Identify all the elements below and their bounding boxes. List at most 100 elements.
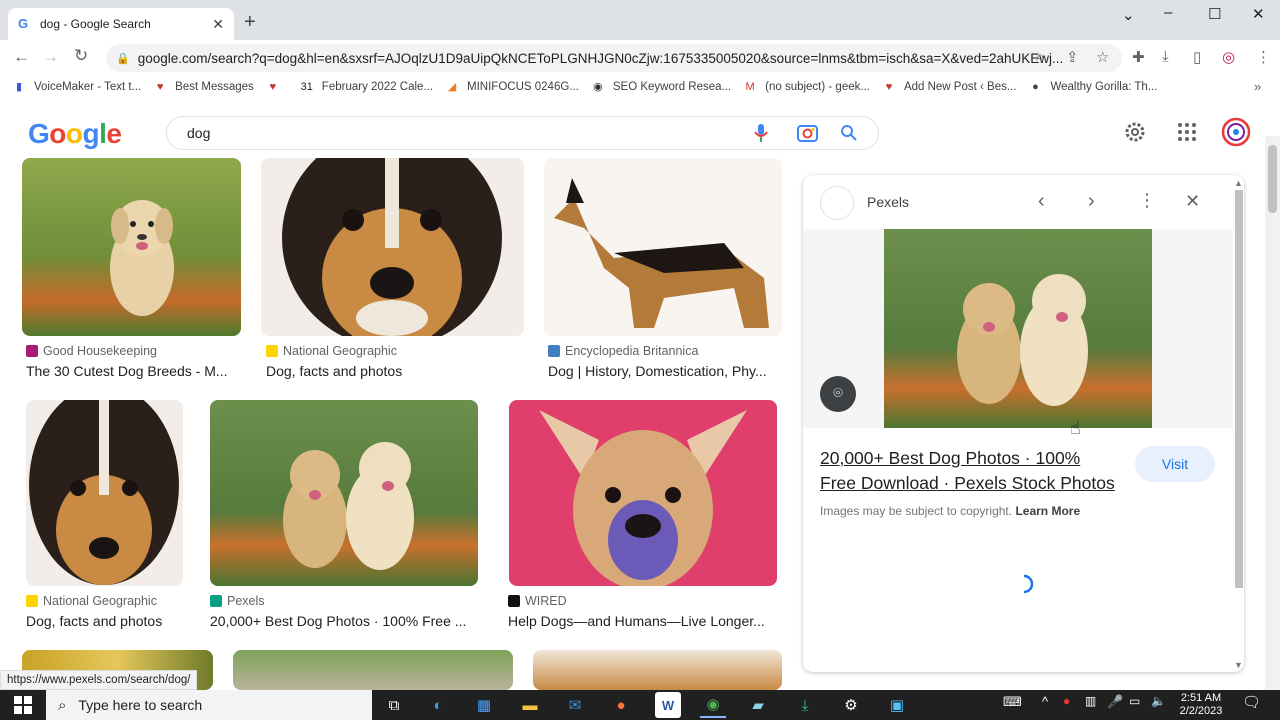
microphone-tray-icon[interactable]: 🎤 [1107,694,1123,710]
microsoft-store-icon[interactable]: ▦ [471,692,497,718]
network-tray-icon[interactable]: ▭ [1129,694,1140,708]
search-input[interactable]: dog [166,116,879,150]
result-source[interactable]: Good Housekeeping [26,344,157,358]
bookmark-favicon-icon: ▮ [15,81,23,93]
result-caption[interactable]: Dog | History, Domestication, Phy... [548,363,780,379]
result-caption[interactable]: The 30 Cutest Dog Breeds - M... [26,363,241,379]
bookmark-item[interactable]: ● Wealthy Gorilla: Th... [1028,80,1157,94]
close-window-button[interactable]: ✕ [1252,5,1265,23]
google-lens-icon[interactable]: ⌾ [820,376,856,412]
result-image-dog-pink-background[interactable] [509,400,777,586]
search-icon[interactable] [840,124,858,142]
result-image-puppy-closeup-2[interactable] [26,400,183,586]
next-chevron-icon[interactable]: › [1088,190,1095,213]
windows-start-icon[interactable] [14,696,32,714]
result-source[interactable]: Encyclopedia Britannica [548,344,698,358]
google-apps-grid-icon[interactable] [1177,122,1197,142]
panel-scroll-down-icon[interactable]: ▼ [1234,660,1243,670]
result-source[interactable]: WIRED [508,594,567,608]
bookmark-item[interactable]: M (no subject) - geek... [743,80,870,94]
visit-button[interactable]: Visit [1135,446,1215,482]
back-arrow-icon[interactable]: ← [13,47,30,67]
page-scrollbar-thumb[interactable] [1268,145,1277,213]
taskbar-search-box[interactable]: ⌕ Type here to search [46,690,372,720]
result-source[interactable]: National Geographic [266,344,397,358]
maximize-button[interactable]: ☐ [1208,5,1221,23]
result-caption[interactable]: Dog, facts and photos [266,363,516,379]
download-icon[interactable]: ⤓ [1162,48,1169,65]
panel-result-title-link[interactable]: 20,000+ Best Dog Photos · 100% Free Down… [820,446,1130,495]
notifications-icon[interactable]: 🗨 [1242,693,1261,711]
loading-spinner-icon [1023,574,1034,594]
task-view-icon[interactable]: ⧉ [381,692,407,718]
side-panel-icon[interactable]: ▯ [1193,48,1201,66]
preview-image-two-puppies[interactable] [884,229,1152,428]
learn-more-link[interactable]: Learn More [1015,504,1080,518]
tab-close-icon[interactable]: ✕ [212,16,224,33]
tab-search-chevron-icon[interactable]: ⌄ [1122,6,1135,24]
bookmark-item[interactable]: ▮ VoiceMaker - Text t... [12,80,141,94]
panel-source-name[interactable]: Pexels [867,194,909,210]
url-text: google.com/search?q=dog&hl=en&sxsrf=AJOq… [137,50,1064,66]
chrome-icon[interactable]: ◉ [700,692,726,718]
volume-muted-icon[interactable]: 🔈 [1151,694,1166,708]
share-icon[interactable]: ⇪ [1066,48,1079,66]
source-favicon-icon [26,595,38,607]
account-avatar-icon[interactable] [1221,117,1251,147]
result-image-golden-puppy[interactable] [22,158,241,336]
bookmark-item[interactable]: ◢ MINIFOCUS 0246G... [445,80,579,94]
mail-icon[interactable]: ✉ [562,692,588,718]
result-source[interactable]: Pexels [210,594,265,608]
panel-scrollbar[interactable] [1235,190,1243,588]
result-caption[interactable]: Help Dogs—and Humans—Live Longer... [508,613,780,629]
result-image-row3-2[interactable] [233,650,513,690]
bookmark-item[interactable]: ♥ Add New Post ‹ Bes... [882,80,1017,94]
bookmark-star-icon[interactable]: ☆ [1096,48,1109,66]
remote-desktop-icon[interactable]: ▣ [884,692,910,718]
panel-scroll-up-icon[interactable]: ▲ [1234,178,1243,188]
firefox-icon[interactable]: ● [608,692,634,718]
chrome-menu-icon[interactable]: ⋮ [1256,48,1271,66]
result-image-puppy-closeup[interactable] [261,158,524,336]
forward-arrow-icon[interactable]: → [42,47,59,67]
zoom-icon[interactable]: ⌕ [1036,48,1044,65]
taskbar-clock[interactable]: 2:51 AM 2/2/2023 [1168,690,1234,720]
new-tab-button[interactable]: + [244,12,256,32]
result-image-german-shepherd[interactable] [544,158,782,336]
browser-tab[interactable]: G dog - Google Search ✕ [8,8,234,40]
edge-browser-icon[interactable]: ◐ [425,692,451,718]
file-explorer-icon[interactable]: ▬ [517,692,543,718]
microphone-icon[interactable] [753,123,769,143]
tab-title: dog - Google Search [40,17,151,31]
profile-avatar-icon[interactable]: ◎ [1222,48,1235,66]
installer-app-icon[interactable]: ⤓ [792,692,818,718]
settings-gear-icon[interactable] [1123,120,1147,144]
minimize-button[interactable]: – [1164,4,1172,21]
bookmark-item[interactable]: ♥ [266,80,288,94]
close-panel-icon[interactable]: ✕ [1185,191,1200,212]
result-image-row3-3[interactable] [533,650,782,690]
keyboard-tray-icon[interactable]: ⌨ [1003,694,1022,710]
google-logo[interactable]: Google [28,118,122,150]
record-tray-icon[interactable]: ● [1063,694,1070,708]
bookmark-item[interactable]: ♥ Best Messages [153,80,254,94]
bookmark-item[interactable]: ◉ SEO Keyword Resea... [591,80,731,94]
word-icon[interactable]: W [655,692,681,718]
more-options-icon[interactable]: ⋮ [1138,190,1156,211]
result-caption[interactable]: 20,000+ Best Dog Photos · 100% Free ... [210,613,480,629]
extensions-puzzle-icon[interactable]: ✚ [1132,48,1145,66]
notepad-app-icon[interactable]: ▰ [745,692,771,718]
result-caption[interactable]: Dog, facts and photos [26,613,196,629]
camera-lens-icon[interactable] [796,122,820,144]
bookmark-item[interactable]: 31 February 2022 Cale... [300,80,433,94]
reload-icon[interactable]: ↻ [74,46,88,66]
page-scrollbar-track[interactable] [1265,136,1280,690]
tray-icon-2[interactable]: ▥ [1085,694,1096,708]
result-source[interactable]: National Geographic [26,594,157,608]
address-bar[interactable]: 🔒 google.com/search?q=dog&hl=en&sxsrf=AJ… [106,44,1122,72]
settings-taskbar-icon[interactable]: ⚙ [838,692,864,718]
bookmarks-overflow-icon[interactable]: » [1254,79,1261,94]
show-hidden-icons-chevron[interactable]: ^ [1042,694,1048,709]
result-image-two-puppies[interactable] [210,400,478,586]
previous-chevron-icon[interactable]: ‹ [1038,190,1045,213]
